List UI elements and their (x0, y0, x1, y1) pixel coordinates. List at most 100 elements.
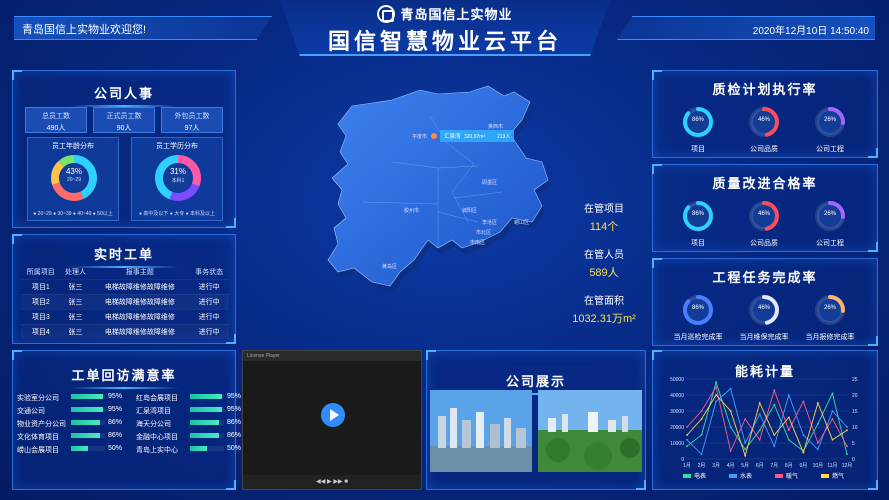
video-player[interactable]: License Player ◀◀ ▶ ▶▶ ■ (242, 350, 422, 490)
data-point[interactable] (802, 434, 805, 436)
stat-total-staff: 总员工数 490人 (25, 107, 87, 133)
kpi-ring[interactable]: 86% (681, 105, 715, 139)
series-line[interactable] (686, 394, 848, 458)
kpi-ring[interactable]: 86% (681, 199, 715, 233)
data-point[interactable] (817, 448, 819, 451)
video-controls[interactable]: ◀◀ ▶ ▶▶ ■ (243, 475, 421, 489)
kpi-ring[interactable]: 46% (747, 105, 781, 139)
data-point[interactable] (802, 451, 805, 454)
data-point[interactable] (700, 410, 703, 412)
x-tick: 12月 (842, 463, 853, 469)
data-point[interactable] (729, 387, 732, 390)
data-point[interactable] (817, 442, 819, 444)
data-point[interactable] (802, 400, 805, 403)
data-point[interactable] (715, 400, 717, 403)
data-point[interactable] (787, 429, 790, 432)
data-point[interactable] (787, 438, 790, 441)
data-point[interactable] (700, 453, 703, 456)
kpi-ring[interactable]: 46% (747, 293, 781, 327)
data-point[interactable] (758, 429, 761, 432)
data-point[interactable] (773, 403, 776, 406)
data-point[interactable] (817, 402, 819, 404)
data-point[interactable] (729, 410, 732, 412)
data-point[interactable] (686, 434, 688, 436)
y-tick-left: 10000 (670, 441, 684, 447)
data-point[interactable] (846, 453, 848, 456)
play-icon[interactable] (321, 403, 345, 427)
kpi-title-text: 质检计划执行率 (712, 82, 818, 97)
kpi-ring[interactable]: 26% (813, 199, 847, 233)
stat-label: 在管人员 (584, 250, 624, 261)
energy-line-chart[interactable]: 0 010000 520000 1030000 1540000 2050000 251月 2月… (653, 351, 877, 489)
company-photo-1[interactable] (430, 390, 532, 472)
satisfaction-bar-fill (71, 394, 104, 399)
data-point[interactable] (729, 426, 732, 428)
data-point[interactable] (846, 426, 848, 428)
x-tick: 1月 (683, 463, 691, 469)
data-point[interactable] (817, 422, 819, 425)
data-point[interactable] (787, 394, 790, 396)
video-control-buttons[interactable]: ◀◀ ▶ ▶▶ ■ (243, 475, 421, 485)
data-point[interactable] (758, 413, 761, 416)
x-tick: 2月 (698, 463, 706, 469)
page-title: 国信智慧物业云平台 (327, 29, 562, 54)
company-photo-2[interactable] (538, 390, 642, 472)
data-point[interactable] (715, 386, 717, 388)
satisfaction-bar (71, 394, 105, 399)
data-point[interactable] (773, 389, 776, 392)
data-point[interactable] (831, 410, 834, 412)
data-point[interactable] (831, 438, 834, 441)
data-point[interactable] (846, 429, 848, 432)
x-tick: 6月 (756, 463, 764, 469)
district-label: 胶州市 (404, 207, 419, 214)
satisfaction-name: 文化体育项目 (17, 434, 59, 441)
x-tick: 4月 (727, 463, 735, 469)
data-point[interactable] (787, 416, 790, 419)
kpi-ring[interactable]: 26% (813, 293, 847, 327)
park-photo-image (538, 390, 642, 472)
table-row[interactable]: 项目4 张三 电梯故障维修故障维修 进行中 (21, 323, 229, 339)
satisfaction-pct: 86% (108, 419, 123, 426)
cell: 项目4 (21, 323, 61, 339)
data-point[interactable] (729, 450, 732, 452)
data-point[interactable] (758, 438, 761, 441)
data-point[interactable] (715, 394, 717, 396)
header-title-plate: 青岛国信上实物业 国信智慧物业云平台 (280, 0, 610, 56)
table-row[interactable]: 项目3 张三 电梯故障维修故障维修 进行中 (21, 308, 229, 324)
series-line[interactable] (686, 387, 848, 456)
cell: 进行中 (189, 308, 229, 324)
data-point[interactable] (758, 402, 761, 404)
data-point[interactable] (715, 381, 717, 384)
stat-label: 总员工数 (42, 113, 70, 120)
y-tick-left: 20000 (670, 425, 684, 431)
data-point[interactable] (686, 426, 688, 428)
data-point[interactable] (831, 418, 834, 420)
data-point[interactable] (700, 434, 703, 436)
kpi-ring[interactable]: 86% (681, 293, 715, 327)
cell: 电梯故障维修故障维修 (90, 323, 190, 339)
x-tick: 11月 (827, 463, 837, 469)
age-distribution-title: 员工年龄分布 (52, 143, 94, 150)
table-row[interactable]: 项目2 张三 电梯故障维修故障维修 进行中 (21, 293, 229, 309)
data-point[interactable] (831, 392, 834, 395)
kpi-ring[interactable]: 46% (747, 199, 781, 233)
table-row[interactable]: 项目1 张三 电梯故障维修故障维修 进行中 (21, 278, 229, 294)
kpi-value: 46% (757, 211, 770, 217)
data-point[interactable] (773, 434, 776, 436)
satisfaction-pct: 95% (227, 393, 242, 400)
data-point[interactable] (686, 438, 688, 441)
data-point[interactable] (686, 445, 688, 448)
location-pin-icon[interactable] (431, 133, 437, 139)
satisfaction-name: 实验室分公司 (17, 395, 59, 402)
data-point[interactable] (744, 454, 747, 457)
kpi-panel: 质量改进合格率 86% 项目 46% 公司品质 26% 公司工程 (652, 164, 878, 252)
data-point[interactable] (773, 445, 776, 448)
data-point[interactable] (846, 445, 848, 448)
data-point[interactable] (744, 448, 747, 451)
data-point[interactable] (744, 442, 747, 444)
data-point[interactable] (700, 418, 703, 420)
data-point[interactable] (744, 418, 747, 420)
kpi-label: 当月报修完成率 (805, 334, 855, 341)
kpi-ring[interactable]: 26% (813, 105, 847, 139)
stat-value: 1032.31万m² (572, 313, 636, 325)
